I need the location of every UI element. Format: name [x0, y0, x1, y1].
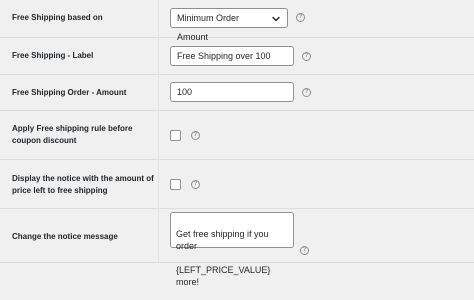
row-divider [158, 0, 159, 37]
setting-label: Free Shipping Order - Amount [12, 88, 127, 97]
row-divider [158, 74, 159, 110]
row-divider [158, 37, 159, 74]
input-value: Free Shipping over 100 [177, 51, 271, 61]
setting-label-line-2: price left to free shipping [12, 186, 108, 195]
help-tip-icon[interactable]: ? [302, 52, 311, 61]
help-tip-icon[interactable]: ? [302, 88, 311, 97]
free-shipping-based-on-select[interactable]: Minimum Order Amount [170, 8, 288, 42]
setting-label-line-1: Apply Free shipping rule before [12, 124, 133, 133]
help-tip-icon[interactable]: ? [191, 180, 200, 189]
help-tip-icon[interactable]: ? [296, 13, 305, 22]
chevron-down-icon [272, 16, 280, 22]
setting-label: Free Shipping - Label [12, 51, 94, 60]
row-divider [158, 110, 159, 159]
textarea-line-1: Get free shipping if you order [176, 229, 269, 251]
row-divider [158, 159, 159, 208]
free-shipping-order-amount-input[interactable]: 100 [170, 82, 294, 102]
setting-label: Change the notice message [12, 232, 118, 241]
setting-label: Free Shipping based on [12, 13, 103, 22]
help-tip-icon[interactable]: ? [191, 131, 200, 140]
notice-message-textarea[interactable]: Get free shipping if you order {LEFT_PRI… [170, 212, 294, 287]
apply-rule-before-coupon-checkbox[interactable] [170, 130, 181, 141]
setting-label-line-1: Display the notice with the amount of [12, 174, 154, 183]
textarea-line-2: {LEFT_PRICE_VALUE} more! [176, 265, 271, 287]
help-tip-icon[interactable]: ? [300, 246, 309, 255]
setting-row-notice-message: Change the notice message Get free shipp… [0, 208, 474, 287]
setting-row-free-shipping-based-on: Free Shipping based on Minimum Order Amo… [0, 0, 474, 42]
row-divider [158, 208, 159, 262]
free-shipping-label-input[interactable]: Free Shipping over 100 [170, 46, 294, 66]
setting-row-free-shipping-order-amount: Free Shipping Order - Amount 100 ? [0, 74, 474, 111]
setting-label-line-2: coupon discount [12, 136, 77, 145]
input-value: 100 [177, 87, 193, 97]
setting-row-free-shipping-label: Free Shipping - Label Free Shipping over… [0, 37, 474, 75]
display-notice-checkbox[interactable] [170, 179, 181, 190]
setting-row-display-notice: Display the notice with the amount of pr… [0, 159, 474, 209]
setting-row-apply-rule-before-coupon: Apply Free shipping rule before coupon d… [0, 110, 474, 160]
